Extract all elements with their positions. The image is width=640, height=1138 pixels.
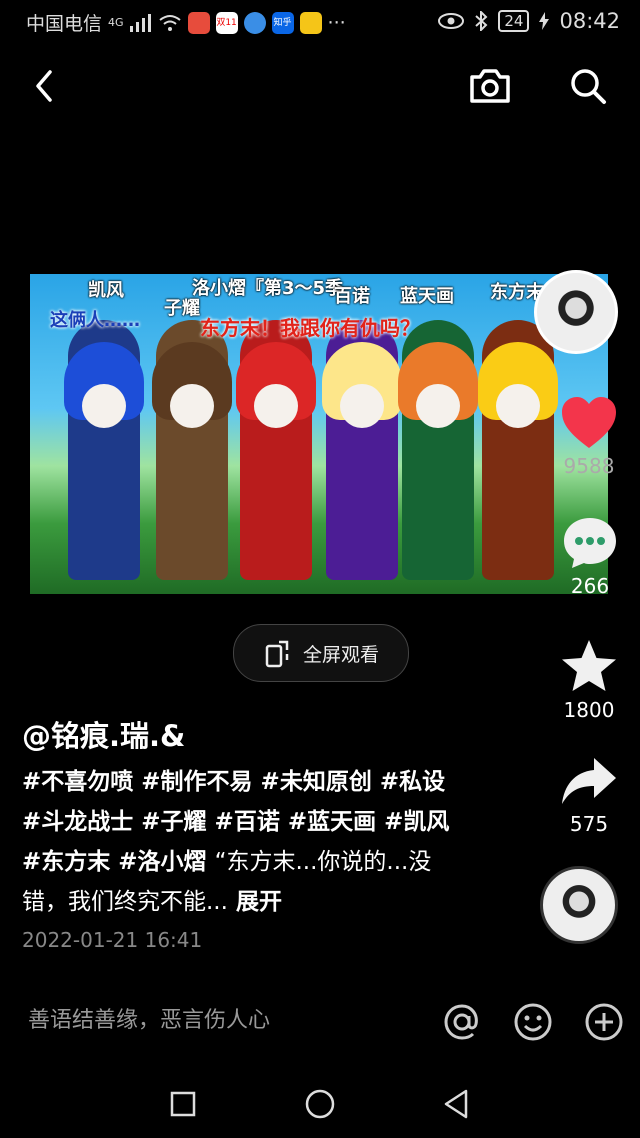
nav-back-button[interactable] [428, 1076, 484, 1132]
video-frame: 凯风 子耀 洛小熠『第3～5季 百诺 蓝天画 东方末 这俩人…… 东方末！我跟你… [30, 274, 608, 594]
favorite-button[interactable]: 1800 [560, 638, 618, 722]
comment-count: 266 [570, 574, 610, 598]
app-icon-gift [187, 11, 210, 34]
caption-kaifeng: 凯风 [88, 280, 124, 301]
back-button[interactable] [16, 58, 72, 114]
add-button[interactable] [576, 994, 632, 1050]
video-player[interactable]: 凯风 子耀 洛小熠『第3～5季 百诺 蓝天画 东方末 这俩人…… 东方末！我跟你… [30, 274, 608, 594]
share-button[interactable]: 575 [560, 756, 618, 836]
post-date: 2022-01-21 16:41 [22, 928, 203, 952]
comment-bubble-icon [564, 518, 616, 568]
app-icon-zhihu: 知乎 [271, 11, 294, 34]
music-disc-avatar [540, 866, 618, 944]
search-icon [571, 69, 606, 104]
comment-button[interactable]: 266 [562, 516, 618, 598]
share-arrow-icon [562, 758, 616, 804]
post-description: #不喜勿喷 #制作不易 #未知原创 #私设 #斗龙战士 #子耀 #百诺 #蓝天画… [22, 762, 462, 922]
square-icon [170, 1091, 196, 1117]
comment-input[interactable]: 善语结善缘，恶言伤人心 [28, 1002, 270, 1034]
emoji-button[interactable] [505, 994, 561, 1050]
character-orange [398, 320, 478, 580]
character-red [236, 320, 316, 580]
caption-bainuo: 百诺 [334, 286, 370, 307]
status-left: 中国电信 4G 双11 知乎 ··· [26, 9, 346, 36]
author-avatar-top[interactable] [534, 270, 618, 354]
signal-icon [129, 13, 151, 32]
caption-these-two: 这俩人…… [50, 310, 140, 331]
nav-home-button[interactable] [292, 1076, 348, 1132]
share-count: 575 [569, 812, 609, 836]
carrier-label: 中国电信 [26, 13, 103, 35]
author-name[interactable]: @铭痕.瑞.& [22, 713, 185, 755]
rotate-screen-icon [265, 640, 289, 668]
character-blue [64, 320, 144, 580]
network-label: 4G [108, 16, 124, 29]
fullscreen-label: 全屏观看 [302, 643, 379, 666]
caption-luoxiaoyi: 洛小熠『第3～5季 [192, 278, 344, 299]
battery-indicator: 24 [498, 10, 530, 32]
character-yellow [478, 320, 558, 580]
camera-button[interactable] [462, 58, 518, 114]
music-disc-button[interactable] [540, 866, 618, 944]
caption-lantianhua: 蓝天画 [400, 286, 454, 307]
status-right: 24 08:42 [438, 9, 620, 33]
bluetooth-icon [475, 11, 488, 31]
clock: 08:42 [559, 9, 620, 33]
heart-icon [562, 397, 616, 448]
app-icon-bulb [299, 11, 322, 34]
status-bar: 中国电信 4G 双11 知乎 ··· 24 08:42 [0, 0, 640, 44]
like-button[interactable]: 9588 [560, 396, 618, 478]
charging-icon [539, 12, 550, 30]
nav-recents-button[interactable] [155, 1076, 211, 1132]
emoji-icon [514, 1003, 552, 1041]
character-brown [152, 320, 232, 580]
character-purple [322, 320, 402, 580]
app-icon-shopping: 双11 [215, 11, 238, 34]
circle-icon [305, 1089, 335, 1119]
eye-icon [438, 13, 465, 29]
mention-button[interactable] [434, 994, 490, 1050]
search-button[interactable] [560, 58, 616, 114]
chevron-left-icon [36, 70, 52, 102]
star-icon [562, 640, 616, 691]
expand-link[interactable]: 展开 [236, 889, 282, 915]
at-icon [444, 1004, 478, 1040]
caption-quote: 东方末！我跟你有仇吗？ [200, 316, 420, 340]
fullscreen-button[interactable]: 全屏观看 [233, 624, 409, 682]
app-icon-browser [243, 11, 266, 34]
triangle-back-icon [444, 1089, 468, 1119]
plus-circle-icon [585, 1003, 623, 1041]
camera-icon [470, 69, 510, 103]
more-notifications-label: ··· [327, 11, 346, 34]
avatar[interactable] [534, 270, 618, 354]
wifi-icon [158, 14, 181, 31]
favorite-count: 1800 [563, 698, 615, 722]
like-count: 9588 [563, 454, 615, 478]
